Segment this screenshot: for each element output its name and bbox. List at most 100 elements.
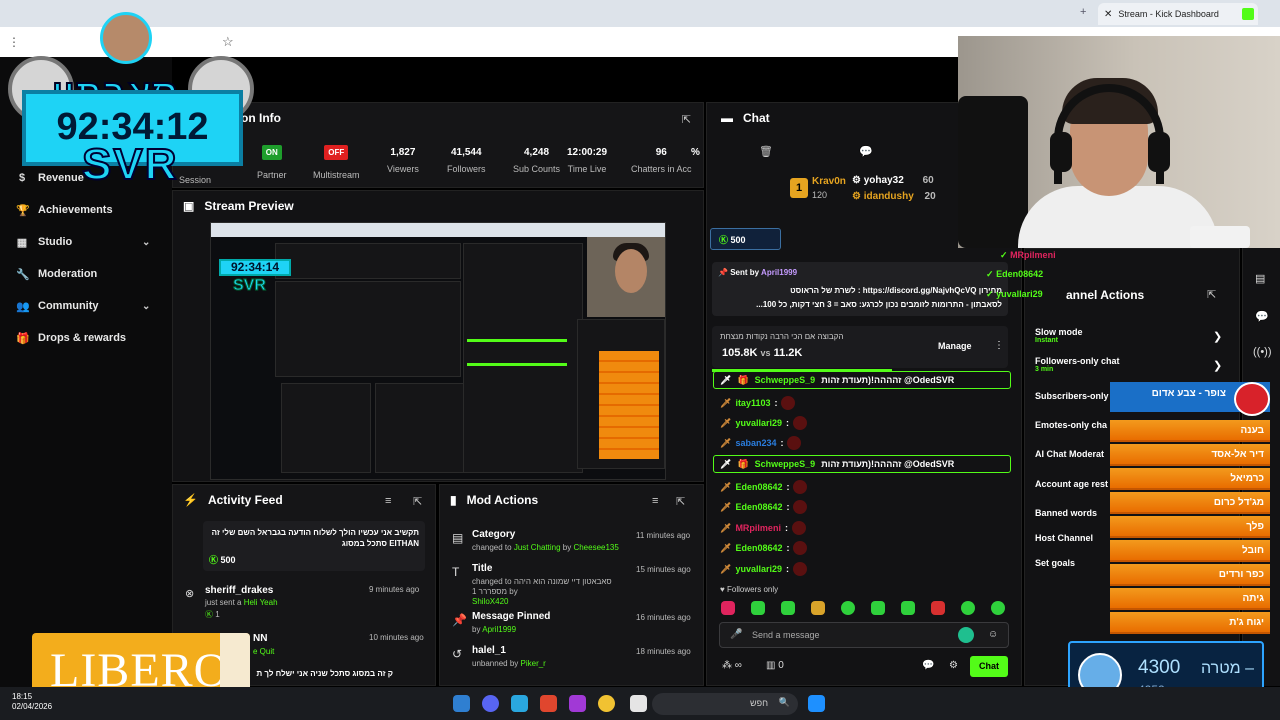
gift-icon: ⚙ (852, 175, 861, 186)
setting-sub: 3 min (1035, 366, 1054, 373)
more-icon[interactable]: ⋮ (994, 340, 1004, 351)
chat-bubble-icon[interactable]: 💬 (922, 660, 934, 671)
channel-actions-title: annel Actions (1066, 288, 1145, 302)
chrome-icon[interactable] (598, 695, 615, 712)
browser-tab[interactable]: ✕ Stream - Kick Dashboard (1098, 3, 1258, 25)
mod-action-user[interactable]: ShiloX420 (472, 597, 508, 606)
top-gifter-user[interactable]: idandushy (864, 191, 914, 202)
sidebar-item-drops[interactable]: 🎁 Drops & rewards (16, 328, 126, 348)
top-gifter-user[interactable]: Krav0n (812, 176, 846, 187)
chat-username[interactable]: Eden08642 (735, 502, 782, 512)
chevron-right-icon[interactable]: ❯ (1213, 359, 1222, 372)
chat-username[interactable]: saban234 (735, 438, 776, 448)
popout-icon[interactable]: ⇱ (1207, 288, 1216, 301)
windows-start-icon[interactable] (808, 695, 825, 712)
followers-only-setting[interactable]: Followers-only chat 3 min (1035, 356, 1120, 373)
activity-time: 10 minutes ago (369, 633, 424, 642)
activity-user[interactable]: sheriff_drakes (205, 585, 355, 596)
followers-only-text: Followers only (726, 585, 779, 594)
sidebar-item-community[interactable]: 👥 Community ⌄ (16, 296, 150, 316)
emote-icon[interactable] (781, 601, 795, 615)
kick-points-icon: Ⓚ (209, 555, 219, 565)
kick-emoji-icon[interactable] (958, 627, 974, 643)
sidebar-item-moderation[interactable]: 🔧 Moderation (16, 264, 97, 284)
smiley-icon[interactable]: ☺ (988, 629, 998, 640)
overlay-chat-row: ✓ yuvallari29 (986, 289, 1043, 300)
chat-username[interactable]: Eden08642 (735, 482, 782, 492)
emote-icon[interactable] (961, 601, 975, 615)
activity-item: תקשיב אני עכשיו הולך לשלוח הודעה בגבראל … (203, 521, 425, 571)
new-tab-button[interactable]: + (1080, 6, 1086, 18)
multistream-stat: OFF Multistream (313, 145, 360, 180)
chevron-right-icon[interactable]: ❯ (1213, 330, 1222, 343)
mod-action-user[interactable]: Piker_r (521, 659, 546, 668)
chat-title: Chat (743, 111, 770, 125)
chat-bubble-icon[interactable]: 💬 (1255, 310, 1269, 323)
filter-icon[interactable]: ≡ (385, 495, 391, 507)
filter-icon[interactable]: ≡ (652, 495, 658, 507)
emote-icon[interactable] (931, 601, 945, 615)
emote-icon[interactable] (871, 601, 885, 615)
chat-username[interactable]: Eden08642 (735, 543, 782, 553)
chat-username[interactable]: itay1103 (735, 398, 770, 408)
leaderboard-row: מג'דל כרום (1110, 492, 1270, 514)
discord-icon[interactable] (482, 695, 499, 712)
top-gifter-user[interactable]: yohay32 (864, 175, 904, 186)
emotes-only-setting[interactable]: Emotes-only cha (1035, 420, 1107, 430)
twitch-icon[interactable] (569, 695, 586, 712)
pinned-user[interactable]: April1999 (761, 268, 797, 277)
mod-action-text: changed to (472, 543, 512, 552)
broadcast-icon[interactable]: ((•)) (1253, 346, 1272, 358)
sidebar-item-achievements[interactable]: 🏆 Achievements (16, 200, 113, 220)
document-icon[interactable]: ▤ (1255, 272, 1265, 285)
banned-words-setting[interactable]: Banned words (1035, 508, 1097, 518)
steam-icon[interactable] (453, 695, 470, 712)
chat-username[interactable]: SchweppeS_9 (755, 375, 816, 385)
slow-mode-setting[interactable]: Slow mode Instant (1035, 327, 1083, 344)
speech-icon[interactable]: 💬 (859, 145, 873, 158)
taskbar-search[interactable]: חפש 🔍 (652, 693, 798, 715)
popout-icon[interactable]: ⇱ (676, 495, 685, 508)
activity-user[interactable]: NN (253, 633, 267, 644)
mic-icon[interactable]: 🎤 (730, 629, 742, 640)
mod-action-user[interactable]: April1999 (482, 625, 516, 634)
stat-label: Chatters in Acc (631, 164, 692, 174)
subscribers-only-setting[interactable]: Subscribers-only (1035, 391, 1109, 401)
sidebar-item-studio[interactable]: ▦ Studio ⌄ (16, 232, 151, 252)
chat-username[interactable]: SchweppeS_9 (755, 459, 816, 469)
emote-icon[interactable] (841, 601, 855, 615)
alert-logo-icon (1234, 382, 1270, 416)
stat-label: Followers (447, 164, 486, 174)
poll-manage-button[interactable]: Manage (938, 341, 972, 351)
chat-input[interactable]: 🎤 Send a message ☺ (719, 622, 1009, 648)
headset-ear (1148, 132, 1170, 172)
emote-icon[interactable] (721, 601, 735, 615)
emote-icon[interactable] (991, 601, 1005, 615)
chat-username[interactable]: yuvallari29 (735, 418, 782, 428)
taskbar-clock[interactable]: 18:15 02/04/2026 (12, 692, 52, 712)
host-channel-setting[interactable]: Host Channel (1035, 533, 1093, 543)
ai-moderation-setting[interactable]: AI Chat Moderat (1035, 449, 1104, 459)
emote-icon[interactable] (811, 601, 825, 615)
trash-icon[interactable]: 🗑 (759, 145, 773, 158)
file-explorer-icon[interactable] (630, 695, 647, 712)
chat-username[interactable]: MRpilmeni (735, 523, 781, 533)
popout-icon[interactable]: ⇱ (682, 113, 691, 126)
stream-preview-video[interactable]: 92:34:14 SVR (210, 222, 666, 480)
pin-icon: 📌 (718, 268, 728, 277)
account-age-setting[interactable]: Account age rest (1035, 479, 1108, 489)
obs-icon[interactable] (540, 695, 557, 712)
mod-action-user[interactable]: Cheesee135 (573, 543, 618, 552)
emote-icon[interactable] (751, 601, 765, 615)
kick-points-box[interactable]: Ⓚ 500 (710, 228, 781, 250)
sent-by-label: Sent by (730, 268, 760, 277)
chat-username[interactable]: yuvallari29 (735, 564, 782, 574)
chat-send-button[interactable]: Chat (970, 656, 1008, 677)
settings-icon[interactable]: ⚙ (949, 660, 958, 671)
telegram-icon[interactable] (511, 695, 528, 712)
emote-icon[interactable] (901, 601, 915, 615)
popout-icon[interactable]: ⇱ (413, 495, 422, 508)
pinned-message[interactable]: 📌 Sent by April1999 מחירון https://disco… (712, 262, 1008, 316)
set-goals-setting[interactable]: Set goals (1035, 558, 1075, 568)
close-tab-icon[interactable]: ✕ (1104, 9, 1112, 20)
